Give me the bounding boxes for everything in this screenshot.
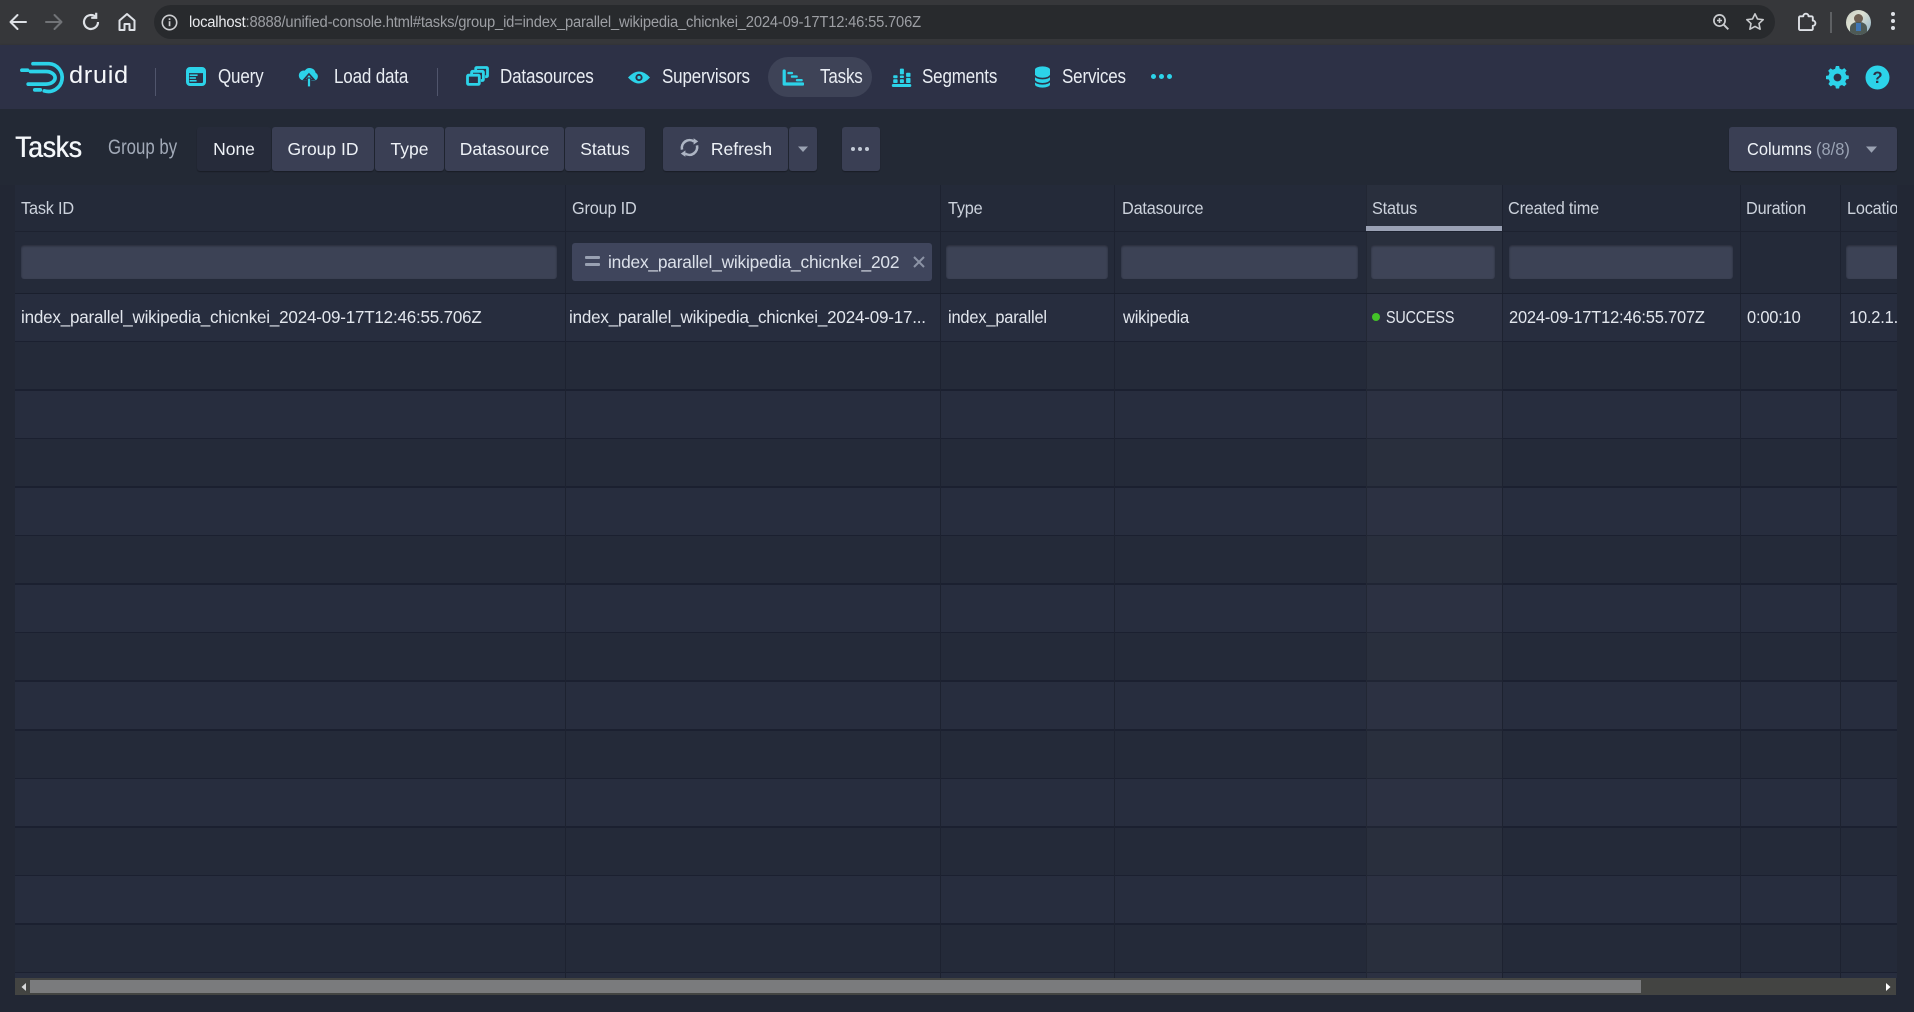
svg-text:?: ? [1872, 69, 1882, 87]
